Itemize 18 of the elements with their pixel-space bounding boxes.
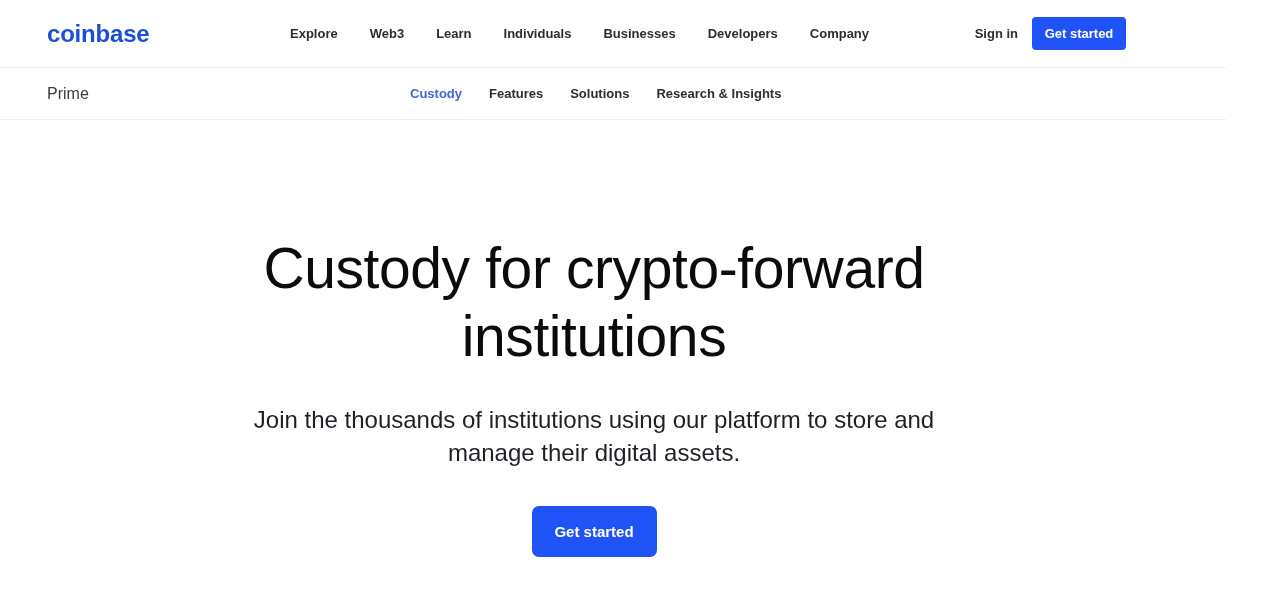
nav-link[interactable]: Businesses xyxy=(603,26,676,41)
sub-nav-tab[interactable]: Features xyxy=(489,86,544,101)
nav-link[interactable]: Learn xyxy=(436,26,472,41)
nav-link[interactable]: Web3 xyxy=(369,26,405,41)
hero-subtitle: Join the thousands of institutions using our platform to store and manage their digital assets. xyxy=(252,405,936,468)
nav-link[interactable]: Individuals xyxy=(503,26,572,41)
logo[interactable]: coinbase xyxy=(47,19,290,48)
get-started-button[interactable]: Get started xyxy=(531,506,657,557)
section-title: Prime xyxy=(47,84,90,103)
get-started-button[interactable]: Get started xyxy=(1032,17,1126,50)
sub-nav-tab[interactable]: Solutions xyxy=(570,86,630,101)
hero-headline: Custody for crypto-forward institutions xyxy=(262,235,926,370)
sub-nav-tab[interactable]: Research & Insights xyxy=(656,86,782,101)
sign-in-link[interactable]: Sign in xyxy=(974,26,1018,41)
nav-link[interactable]: Company xyxy=(809,26,870,41)
nav-link[interactable]: Developers xyxy=(707,26,778,41)
sub-nav-tab[interactable]: Custody xyxy=(410,86,462,101)
nav-link[interactable]: Explore xyxy=(290,26,338,41)
